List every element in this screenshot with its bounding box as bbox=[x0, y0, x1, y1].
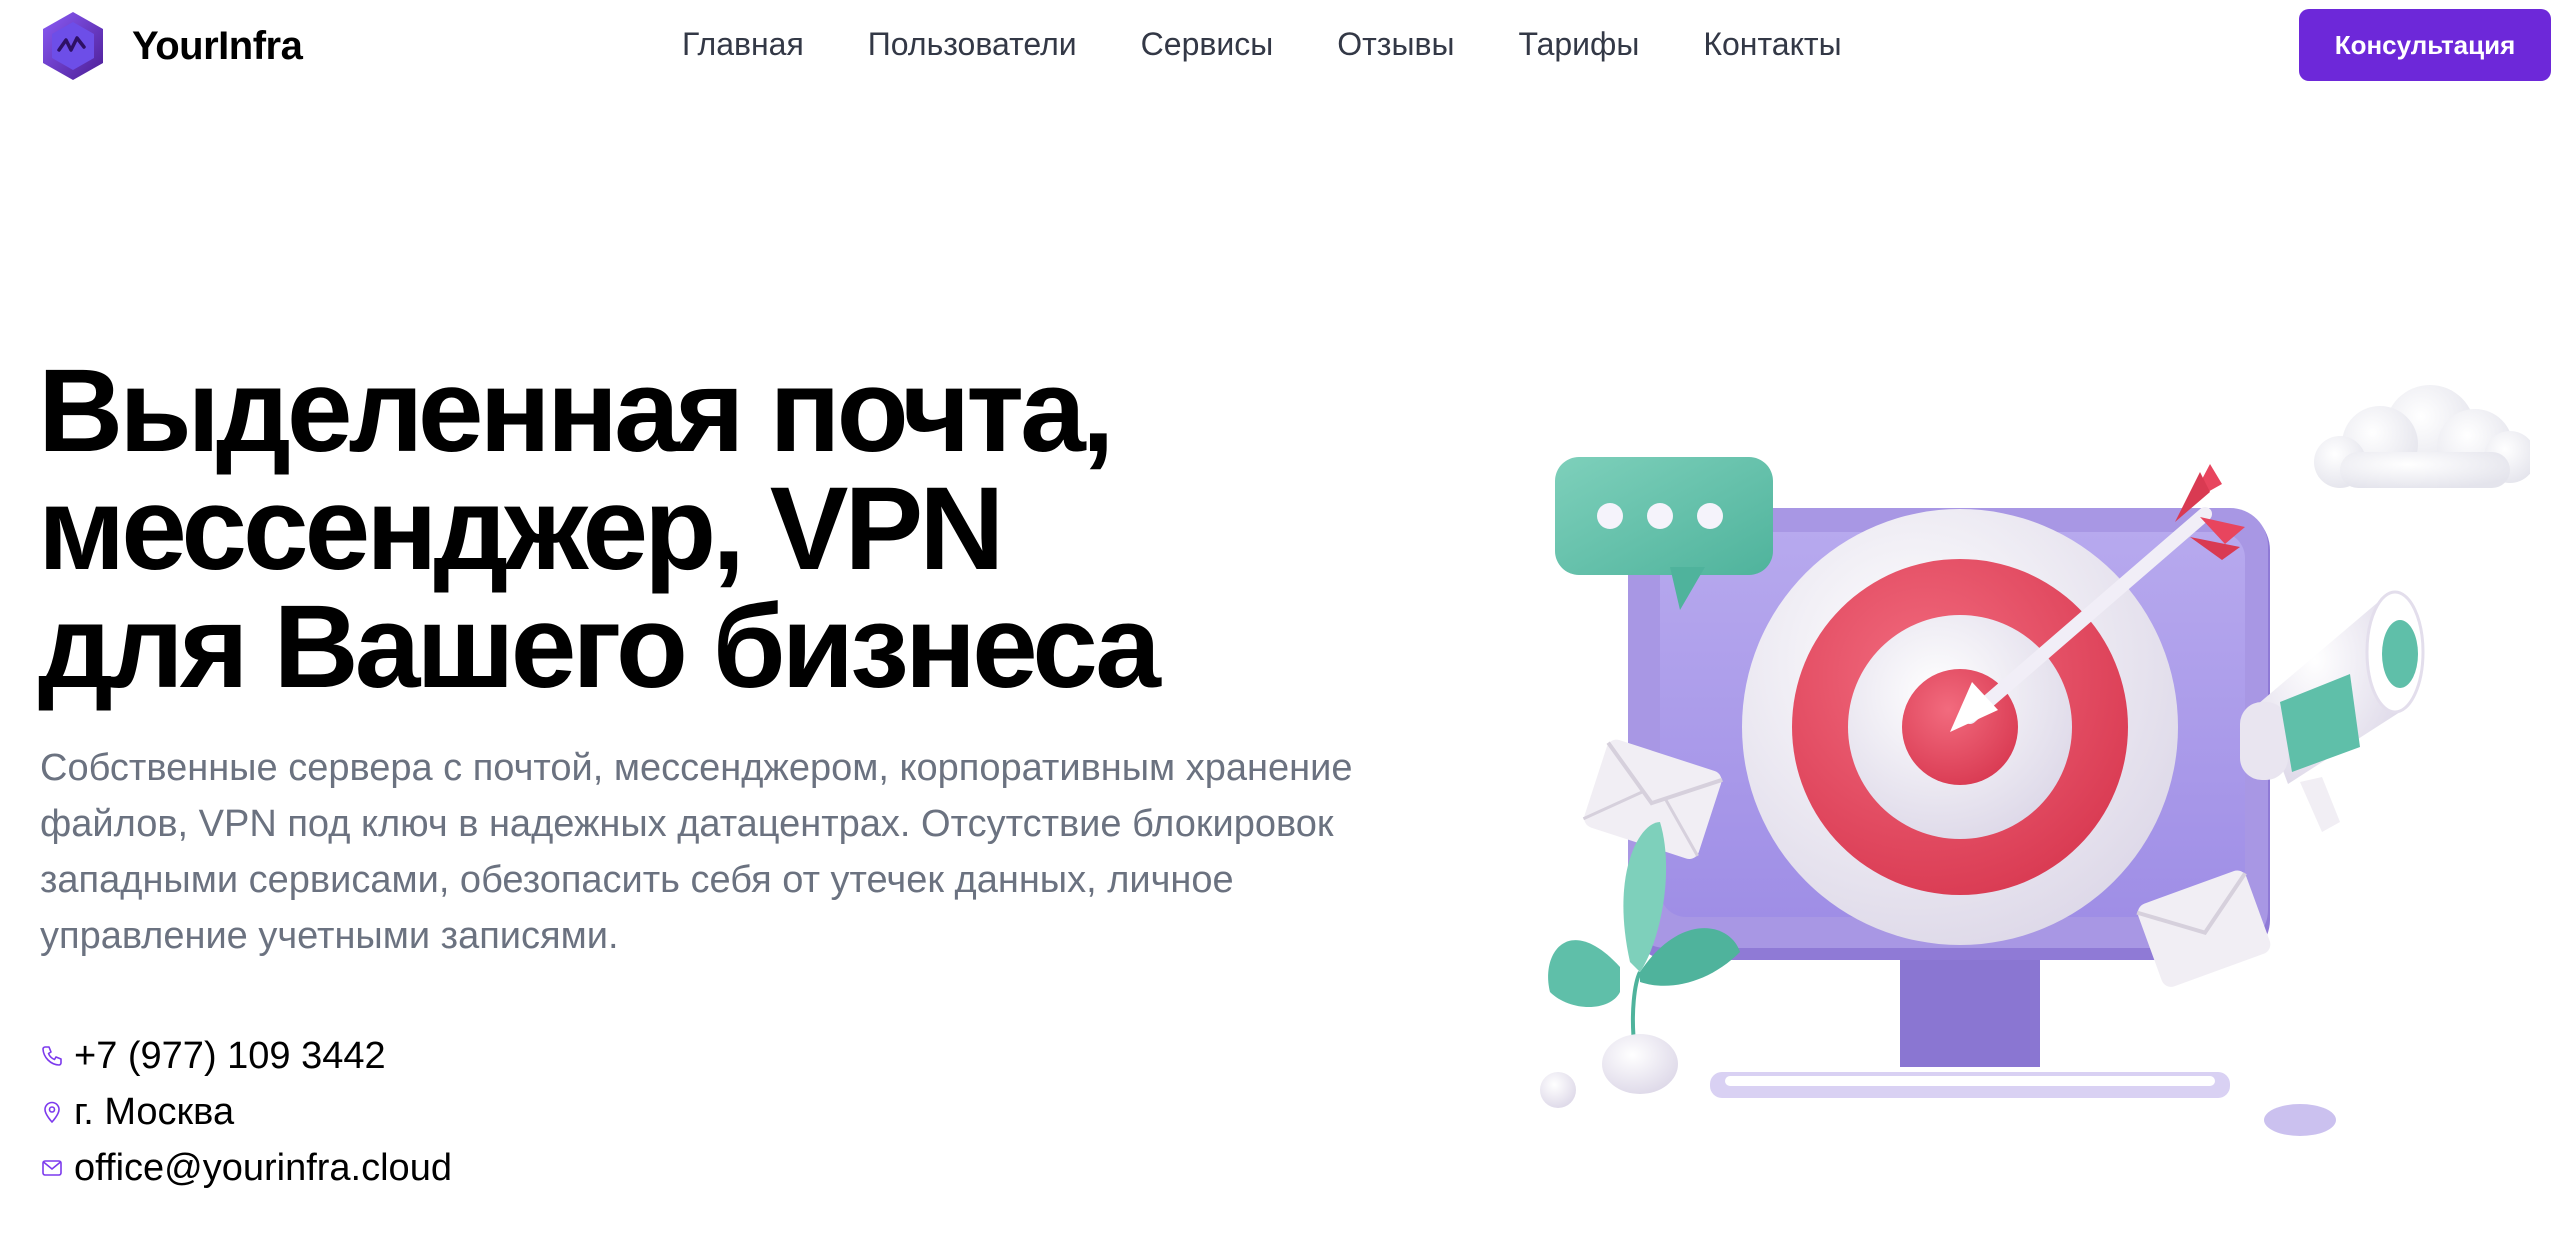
contact-phone-text: +7 (977) 109 3442 bbox=[74, 1034, 386, 1077]
brand-name: YourInfra bbox=[132, 23, 303, 68]
hero-title-line: Выделенная почта, bbox=[38, 345, 1114, 477]
nav-item-services[interactable]: Сервисы bbox=[1141, 26, 1274, 63]
nav-item-contacts[interactable]: Контакты bbox=[1703, 26, 1841, 63]
hexagon-logo-icon bbox=[43, 12, 103, 80]
consultation-button[interactable]: Консультация bbox=[2299, 9, 2551, 81]
contact-city: г. Москва bbox=[40, 1084, 452, 1140]
main-nav: Главная Пользователи Сервисы Отзывы Тари… bbox=[682, 26, 1906, 63]
hero-title-line: мессенджер, VPN bbox=[38, 463, 1004, 595]
hero-title: Выделенная почта, мессенджер, VPN для Ва… bbox=[38, 352, 1338, 706]
hero-illustration bbox=[1540, 385, 2530, 1136]
contact-city-text: г. Москва bbox=[74, 1090, 235, 1133]
phone-icon bbox=[42, 1046, 62, 1066]
hero-title-line: для Вашего бизнеса bbox=[38, 581, 1161, 713]
contact-phone[interactable]: +7 (977) 109 3442 bbox=[40, 1028, 452, 1084]
hero-description: Собственные сервера с почтой, мессенджер… bbox=[40, 747, 1353, 957]
contact-email[interactable]: office@yourinfra.cloud bbox=[40, 1140, 452, 1196]
brand-logo[interactable]: YourInfra bbox=[40, 10, 303, 82]
nav-item-users[interactable]: Пользователи bbox=[868, 26, 1077, 63]
nav-item-home[interactable]: Главная bbox=[682, 26, 804, 63]
nav-item-reviews[interactable]: Отзывы bbox=[1337, 26, 1454, 63]
map-pin-icon bbox=[44, 1101, 60, 1124]
nav-item-pricing[interactable]: Тарифы bbox=[1518, 26, 1639, 63]
mail-icon bbox=[42, 1160, 62, 1176]
contact-email-text: office@yourinfra.cloud bbox=[74, 1146, 452, 1189]
cloud-icon bbox=[2314, 385, 2530, 488]
contact-list: +7 (977) 109 3442 г. Москва office@youri… bbox=[40, 1028, 452, 1196]
